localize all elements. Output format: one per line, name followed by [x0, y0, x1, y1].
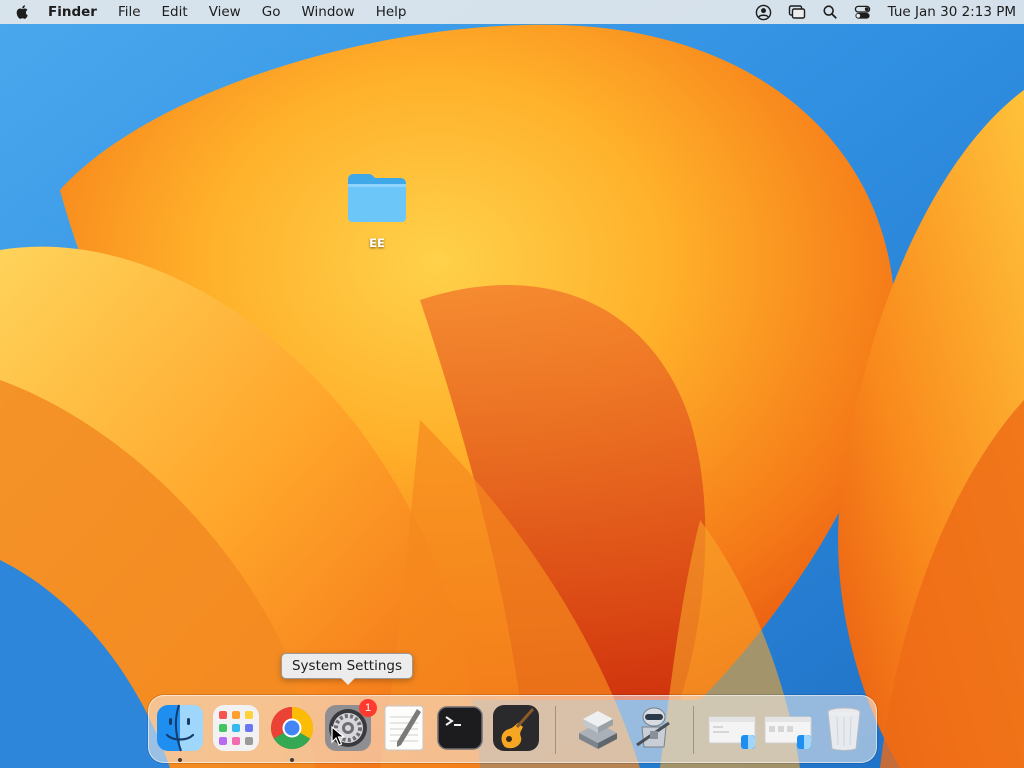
- dock-item-trash[interactable]: [819, 703, 869, 753]
- automator-icon: [636, 707, 670, 748]
- dock-item-terminal[interactable]: [435, 703, 485, 753]
- dock: 1: [148, 695, 877, 763]
- desktop-folder-label: EE: [369, 236, 385, 250]
- chrome-icon: [270, 707, 314, 750]
- menu-clock[interactable]: Tue Jan 30 2:13 PM: [888, 4, 1016, 20]
- menu-help[interactable]: Help: [376, 4, 407, 20]
- dock-separator: [693, 706, 694, 754]
- finder-icon: [157, 704, 203, 752]
- dock-item-automator[interactable]: [629, 703, 679, 753]
- search-icon[interactable]: [821, 3, 839, 21]
- folder-icon: [348, 174, 406, 222]
- screen-mirroring-icon[interactable]: [788, 3, 806, 21]
- menu-edit[interactable]: Edit: [162, 4, 188, 20]
- notification-badge: 1: [359, 699, 377, 717]
- dock-item-garageband[interactable]: [491, 703, 541, 753]
- dock-separator: [555, 706, 556, 754]
- trash-icon: [827, 707, 861, 751]
- mouse-cursor-icon: [331, 726, 345, 746]
- desktop-folder-ee[interactable]: EE: [338, 170, 416, 250]
- dock-item-launchpad[interactable]: [211, 703, 261, 753]
- dock-item-chrome[interactable]: [267, 703, 317, 753]
- menu-go[interactable]: Go: [262, 4, 281, 20]
- migration-assistant-icon: [579, 711, 617, 749]
- terminal-icon: [437, 706, 483, 750]
- dock-item-minimized-window-1[interactable]: [707, 703, 757, 753]
- running-indicator: [178, 758, 182, 762]
- menu-window[interactable]: Window: [301, 4, 354, 20]
- launchpad-icon: [213, 705, 259, 751]
- dock-tooltip: System Settings: [281, 653, 413, 685]
- desktop-wallpaper: [0, 0, 1024, 768]
- dock-item-minimized-window-2[interactable]: [763, 703, 813, 753]
- dock-item-finder[interactable]: [155, 703, 205, 753]
- menu-view[interactable]: View: [209, 4, 241, 20]
- dock-item-migration-assistant[interactable]: [573, 703, 623, 753]
- control-center-icon[interactable]: [854, 3, 872, 21]
- textedit-icon: [384, 705, 424, 751]
- menu-bar: Finder File Edit View Go Window Help Tue…: [0, 0, 1024, 24]
- menu-app-name[interactable]: Finder: [48, 4, 97, 20]
- user-icon[interactable]: [755, 3, 773, 21]
- apple-menu-icon[interactable]: [14, 3, 32, 21]
- garageband-icon: [493, 705, 539, 751]
- dock-item-textedit[interactable]: [379, 703, 429, 753]
- menu-file[interactable]: File: [118, 4, 141, 20]
- running-indicator: [290, 758, 294, 762]
- minimized-window-icon: [708, 716, 756, 749]
- minimized-window-icon: [764, 716, 812, 749]
